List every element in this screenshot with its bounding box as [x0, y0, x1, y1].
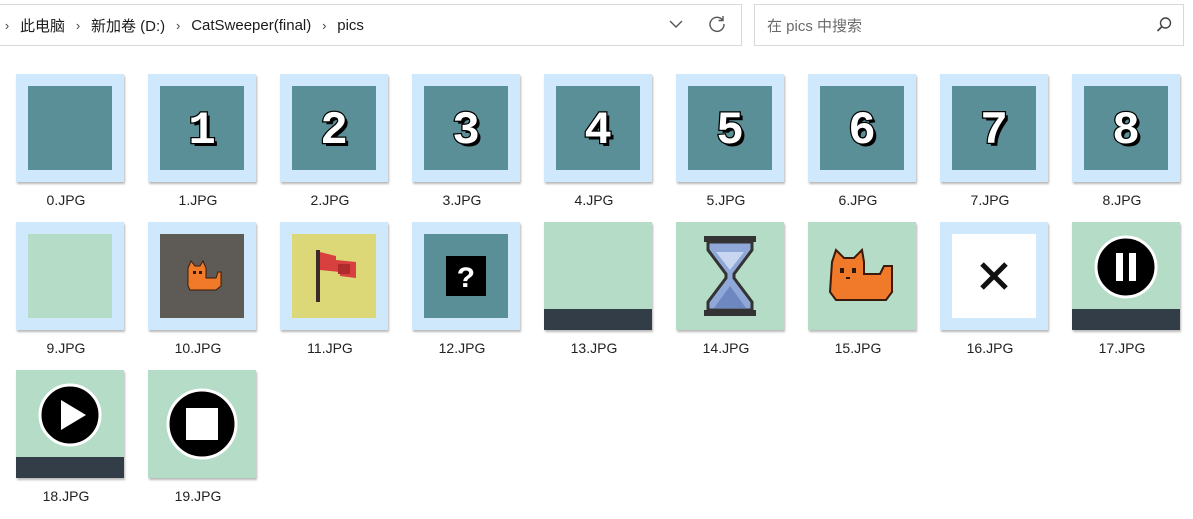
- thumbnail[interactable]: [940, 222, 1048, 330]
- flag-tile-image: [292, 234, 376, 318]
- thumbnail[interactable]: ?: [412, 222, 520, 330]
- file-name: 19.JPG: [174, 488, 222, 504]
- thumbnail[interactable]: [676, 222, 784, 330]
- file-item[interactable]: 33 3.JPG: [396, 0, 528, 208]
- file-item[interactable]: 0.JPG: [0, 0, 132, 208]
- file-item[interactable]: 18.JPG: [0, 296, 132, 504]
- x-tile-image: [952, 234, 1036, 318]
- thumbnail[interactable]: [16, 370, 124, 478]
- dark-bar-image: [16, 457, 124, 478]
- file-item[interactable]: 66 6.JPG: [792, 0, 924, 208]
- file-item[interactable]: 19.JPG: [132, 296, 264, 504]
- question-mark-icon: ?: [457, 263, 475, 297]
- file-item[interactable]: 15.JPG: [792, 148, 924, 356]
- dark-bar-image: [1072, 309, 1180, 330]
- file-name: 12.JPG: [438, 340, 486, 356]
- hourglass-icon: [704, 236, 756, 316]
- question-tile-image: ?: [424, 234, 508, 318]
- file-name: 15.JPG: [834, 340, 882, 356]
- file-name: 16.JPG: [966, 340, 1014, 356]
- file-item[interactable]: 11 1.JPG: [132, 0, 264, 208]
- thumbnail[interactable]: [280, 222, 388, 330]
- file-item[interactable]: 22 2.JPG: [264, 0, 396, 208]
- file-item[interactable]: 13.JPG: [528, 148, 660, 356]
- thumbnail[interactable]: [1072, 222, 1180, 330]
- thumbnail[interactable]: [148, 370, 256, 478]
- file-item[interactable]: 44 4.JPG: [528, 0, 660, 208]
- file-item[interactable]: ? 12.JPG: [396, 148, 528, 356]
- file-item[interactable]: 11.JPG: [264, 148, 396, 356]
- stop-icon: [166, 388, 238, 460]
- file-name: 14.JPG: [702, 340, 750, 356]
- file-item[interactable]: 10.JPG: [132, 148, 264, 356]
- flag-icon: [316, 250, 356, 302]
- file-item[interactable]: 16.JPG: [924, 148, 1056, 356]
- file-item[interactable]: 9.JPG: [0, 148, 132, 356]
- file-name: 17.JPG: [1098, 340, 1146, 356]
- cat-icon: [828, 247, 893, 301]
- file-item[interactable]: 17.JPG: [1056, 148, 1188, 356]
- file-item[interactable]: 55 5.JPG: [660, 0, 792, 208]
- dark-bar-image: [544, 309, 652, 330]
- file-name: 11.JPG: [307, 340, 353, 356]
- file-item[interactable]: 77 7.JPG: [924, 0, 1056, 208]
- thumbnail[interactable]: [544, 222, 652, 330]
- thumbnail[interactable]: [808, 222, 916, 330]
- file-item[interactable]: 14.JPG: [660, 148, 792, 356]
- file-name: 18.JPG: [42, 488, 90, 504]
- file-name: 13.JPG: [570, 340, 618, 356]
- close-icon: [980, 262, 1008, 290]
- file-item[interactable]: 88 8.JPG: [1056, 0, 1188, 208]
